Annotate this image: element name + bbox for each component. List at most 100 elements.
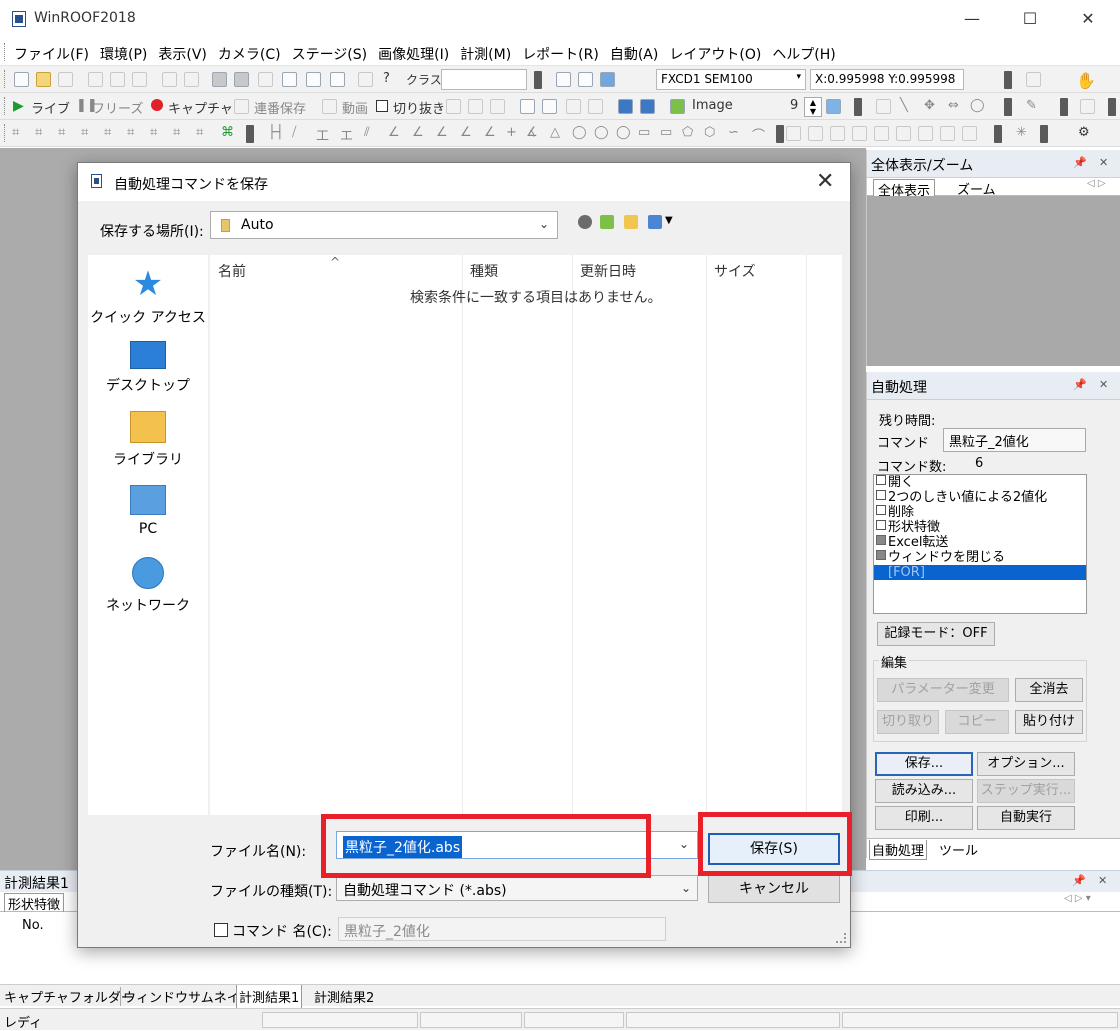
menu-report[interactable]: レポート(R) <box>518 42 606 64</box>
crop-checkbox[interactable] <box>376 100 388 112</box>
toolbar-overflow[interactable] <box>534 71 542 89</box>
menu-environment[interactable]: 環境(P) <box>96 42 154 64</box>
table-tool-3-icon[interactable] <box>830 126 845 141</box>
curve-tool-icon[interactable]: ∽ <box>728 125 739 140</box>
cut-button[interactable]: 切り取り <box>877 710 939 734</box>
close-icon[interactable]: ✕ <box>1098 874 1107 887</box>
measure-tool-4-icon[interactable]: ⌗ <box>81 125 88 140</box>
maximize-button[interactable]: ☐ <box>1010 8 1050 30</box>
angle-tool-5-icon[interactable]: ∠ <box>484 125 496 140</box>
zoom-icon[interactable] <box>1026 72 1041 87</box>
serial-save-button[interactable]: 連番保存 <box>254 98 306 117</box>
menu-layout[interactable]: レイアウト(O) <box>665 42 768 64</box>
star-tool-icon[interactable]: ✳ <box>1016 125 1027 140</box>
menu-file[interactable]: ファイル(F) <box>10 42 96 64</box>
tab-scroll-icon[interactable]: ◁ ▷ ▾ <box>1064 893 1091 904</box>
toolbar-overflow-2[interactable] <box>1004 71 1012 89</box>
column-type[interactable]: 種類 <box>470 261 498 281</box>
checkbox-icon[interactable] <box>876 490 886 500</box>
paste-button[interactable]: 貼り付け <box>1015 710 1083 734</box>
compare-icon[interactable] <box>258 72 273 87</box>
table-tool-8-icon[interactable] <box>940 126 955 141</box>
save-command-button[interactable]: 保存... <box>875 752 973 776</box>
up-folder-icon[interactable] <box>600 215 614 229</box>
chevron-down-icon[interactable]: ⌄ <box>679 837 689 851</box>
column-size[interactable]: サイズ <box>714 261 756 281</box>
pin-icon[interactable]: 📌 <box>1073 378 1087 391</box>
pin-icon[interactable]: 📌 <box>1073 156 1087 169</box>
load-button[interactable]: 読み込み... <box>875 779 973 803</box>
resize-grip[interactable] <box>836 933 846 943</box>
move-tool-icon[interactable]: ✥ <box>924 98 935 113</box>
text-tool-icon[interactable] <box>446 99 461 114</box>
list-item[interactable]: Excel転送 <box>874 535 1086 550</box>
minimize-button[interactable]: — <box>952 8 992 30</box>
window-icon[interactable] <box>588 99 603 114</box>
class-select[interactable] <box>441 69 527 90</box>
paste-icon[interactable] <box>132 72 147 87</box>
place-quick-access[interactable]: ★ クイック アクセス <box>88 267 208 327</box>
save-icon[interactable] <box>58 72 73 87</box>
redo-icon[interactable] <box>184 72 199 87</box>
measure-tool-10-icon[interactable]: ⌘ <box>221 125 234 140</box>
calibration-select[interactable]: FXCD1 SEM100 ▾ <box>656 69 806 90</box>
rect-select-icon[interactable] <box>876 99 891 114</box>
tab-shape-features[interactable]: 形状特徴 <box>4 893 65 913</box>
calibration-icon[interactable] <box>600 72 615 87</box>
table-tool-6-icon[interactable] <box>896 126 911 141</box>
table-tool-7-icon[interactable] <box>918 126 933 141</box>
place-network[interactable]: ネットワーク <box>88 557 208 615</box>
toolbar-grip[interactable] <box>4 70 7 88</box>
image-number-spinner[interactable]: ▲ ▼ <box>804 97 822 117</box>
image-transfer-icon[interactable] <box>618 99 633 114</box>
menu-auto[interactable]: 自動(A) <box>606 42 666 64</box>
rect-tool-icon[interactable]: ▭ <box>638 125 650 140</box>
back-icon[interactable] <box>578 215 592 229</box>
auto-run-button[interactable]: 自動実行 <box>977 806 1075 830</box>
image-transfer2-icon[interactable] <box>640 99 655 114</box>
toolbar-grip[interactable] <box>4 124 7 142</box>
table-tool-9-icon[interactable] <box>962 126 977 141</box>
clear-all-button[interactable]: 全消去 <box>1015 678 1083 702</box>
resize-tool-icon[interactable]: ⇔ <box>948 98 959 113</box>
tile-icon[interactable] <box>566 99 581 114</box>
camera-settings-icon[interactable] <box>520 99 535 114</box>
close-button[interactable]: ✕ <box>1068 8 1108 30</box>
grid-icon[interactable] <box>556 72 571 87</box>
checkbox-icon[interactable] <box>876 550 886 560</box>
checkbox-icon[interactable] <box>876 505 886 515</box>
column-divider[interactable] <box>462 255 463 815</box>
toolbar-overflow-10[interactable] <box>1040 125 1048 143</box>
toolbar-grip[interactable] <box>4 97 7 115</box>
list-item-selected[interactable]: [FOR] <box>874 565 1086 580</box>
measure-tool-2-icon[interactable]: ⌗ <box>35 125 42 140</box>
copy-icon[interactable] <box>110 72 125 87</box>
tab-measure-1[interactable]: 計測結果1 <box>236 985 303 1009</box>
close-icon[interactable]: ✕ <box>1099 378 1108 391</box>
pin-icon[interactable]: 📌 <box>1072 874 1086 887</box>
column-divider[interactable] <box>572 255 573 815</box>
capture-button[interactable]: キャプチャ <box>168 98 233 117</box>
layer-icon[interactable] <box>282 72 297 87</box>
menu-view[interactable]: 表示(V) <box>154 42 214 64</box>
place-library[interactable]: ライブラリ <box>88 411 208 469</box>
toolbar-overflow-5[interactable] <box>1060 98 1068 116</box>
movie-button[interactable]: 動画 <box>342 98 368 117</box>
menu-camera[interactable]: カメラ(C) <box>214 42 288 64</box>
menubar-grip[interactable] <box>4 43 7 61</box>
triangle-tool-icon[interactable]: △ <box>550 125 560 140</box>
point-tool-icon[interactable]: + <box>506 125 517 140</box>
ae-icon[interactable] <box>490 99 505 114</box>
frame-icon[interactable] <box>330 72 345 87</box>
dialog-close-button[interactable]: ✕ <box>816 169 834 194</box>
curve-tool-2-icon[interactable]: ⌒ <box>752 125 765 144</box>
undo-icon[interactable] <box>162 72 177 87</box>
print-button[interactable]: 印刷... <box>875 806 973 830</box>
column-name[interactable]: 名前 <box>218 261 246 281</box>
table-tool-4-icon[interactable] <box>852 126 867 141</box>
measure-tool-7-icon[interactable]: ⌗ <box>150 125 157 140</box>
globe-icon[interactable] <box>826 99 841 114</box>
open-folder-icon[interactable] <box>36 72 51 87</box>
list-item[interactable]: 開く <box>874 475 1086 490</box>
ellipse-tool-icon[interactable]: ◯ <box>970 98 985 113</box>
